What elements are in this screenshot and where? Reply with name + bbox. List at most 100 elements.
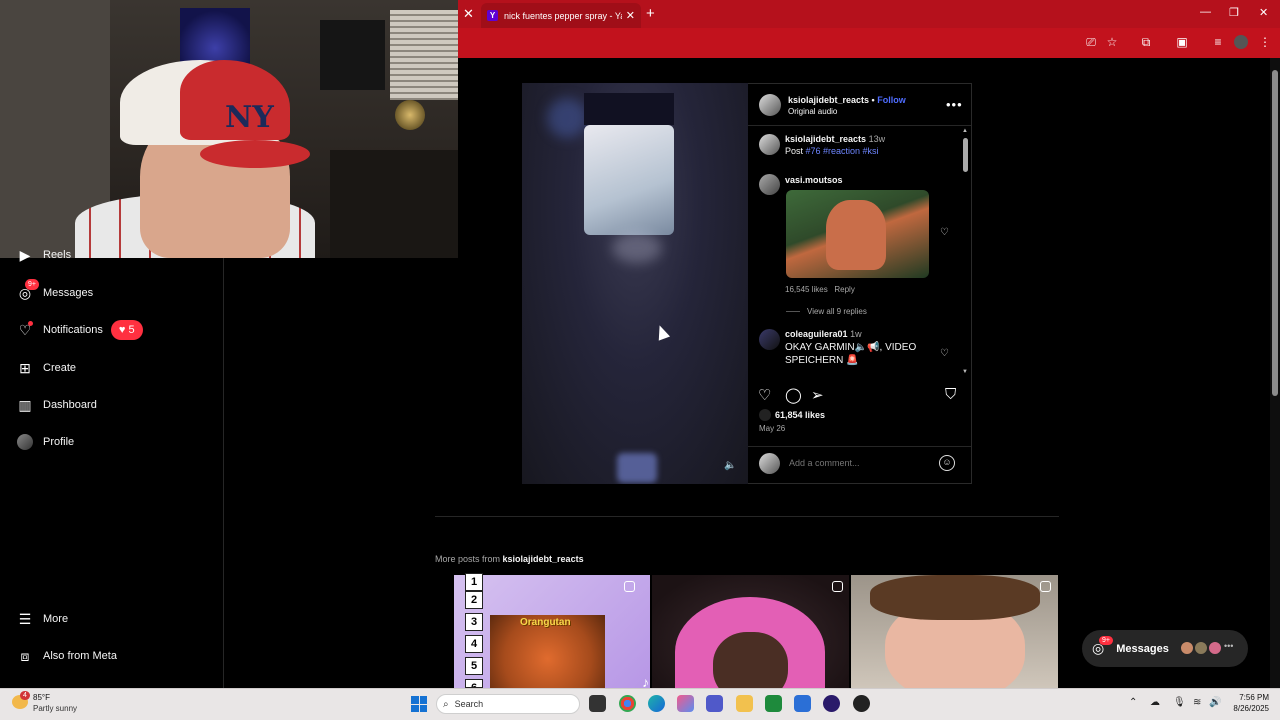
taskbar-search[interactable]: ⌕ Search bbox=[436, 694, 580, 714]
heart-icon: ♡ bbox=[18, 321, 33, 338]
sidebar-item-also-from-meta[interactable]: ⧈ Also from Meta bbox=[16, 644, 117, 668]
volume-icon[interactable]: 🔈 bbox=[724, 460, 736, 471]
sidebar-item-messages[interactable]: ◎ 9+ Messages bbox=[16, 279, 94, 305]
more-posts-user[interactable]: ksiolajidebt_reacts bbox=[503, 554, 584, 564]
taskbar bbox=[0, 688, 1280, 720]
comment-text: SPEICHERN 🚨 bbox=[785, 355, 859, 366]
sidebar-item-label: Also from Meta bbox=[43, 650, 117, 662]
task-view-icon[interactable] bbox=[589, 695, 606, 712]
taskbar-clock[interactable]: 7:56 PM 8/26/2025 bbox=[1224, 692, 1269, 714]
close-icon[interactable]: ✕ bbox=[463, 6, 474, 22]
browser-tab[interactable]: Y nick fuentes pepper spray - Yah ✕ bbox=[481, 3, 641, 28]
weather-desc[interactable]: Partly sunny bbox=[33, 704, 77, 713]
scroll-up-icon[interactable]: ▲ bbox=[962, 128, 968, 134]
install-app-icon[interactable]: ⎚ bbox=[1084, 35, 1098, 49]
xbox-icon[interactable] bbox=[765, 695, 782, 712]
meta-icon: ⧈ bbox=[20, 647, 30, 664]
messages-float-badge: 9+ bbox=[1099, 636, 1113, 645]
bookmark-star-icon[interactable]: ☆ bbox=[1105, 35, 1119, 49]
comment-text: OKAY GARMIN🔈📢, VIDEO bbox=[785, 342, 917, 353]
sidebar-item-profile[interactable]: Profile bbox=[16, 430, 74, 454]
media-control-icon[interactable]: ≡ bbox=[1211, 35, 1225, 49]
maximize-icon[interactable]: ❐ bbox=[1229, 6, 1239, 19]
author-username[interactable]: ksiolajidebt_reacts bbox=[788, 95, 869, 105]
cap-logo-icon: NY bbox=[225, 100, 274, 135]
sidebar-item-create[interactable]: ⊞ Create bbox=[16, 356, 76, 380]
follow-button[interactable]: Follow bbox=[877, 95, 906, 105]
scroll-down-icon[interactable]: ▼ bbox=[962, 369, 968, 375]
sidebar-item-label: Dashboard bbox=[43, 399, 97, 411]
sidebar-item-reels[interactable]: ▶ Reels bbox=[16, 246, 72, 264]
emoji-icon[interactable]: ☺ bbox=[939, 455, 955, 471]
view-replies-button[interactable]: View all 9 replies bbox=[807, 307, 867, 316]
post-author: ksiolajidebt_reacts • Follow bbox=[788, 95, 906, 105]
author-avatar[interactable] bbox=[759, 94, 781, 116]
like-icon[interactable]: ♡ bbox=[758, 386, 771, 404]
weather-temp[interactable]: 85°F bbox=[33, 693, 50, 702]
caption-avatar[interactable] bbox=[759, 134, 780, 155]
yahoo-icon: Y bbox=[487, 10, 498, 21]
minimize-icon[interactable]: — bbox=[1200, 6, 1211, 18]
tab-close-icon[interactable]: ✕ bbox=[626, 9, 635, 22]
volume-icon[interactable]: 🔊 bbox=[1209, 697, 1221, 708]
comment-like-icon[interactable]: ♡ bbox=[940, 227, 949, 238]
avatar bbox=[1180, 641, 1194, 655]
comment-header: coleaguilera01 1w bbox=[785, 329, 862, 339]
profile-avatar-icon[interactable] bbox=[1234, 35, 1248, 49]
edge-icon[interactable] bbox=[648, 695, 665, 712]
avatar bbox=[1208, 641, 1222, 655]
copilot-icon[interactable] bbox=[677, 695, 694, 712]
sidebar-item-label: Messages bbox=[43, 287, 94, 299]
my-avatar bbox=[759, 453, 780, 474]
chrome-icon[interactable] bbox=[619, 695, 636, 712]
store-icon[interactable] bbox=[794, 695, 811, 712]
comment-avatar[interactable] bbox=[759, 329, 780, 350]
new-tab-icon[interactable]: + bbox=[646, 5, 655, 22]
sidebar-item-label: Reels bbox=[43, 249, 72, 261]
likes-count[interactable]: 61,854 likes bbox=[775, 410, 825, 420]
reel-video[interactable] bbox=[522, 83, 748, 484]
split-view-icon[interactable]: ▣ bbox=[1175, 35, 1189, 49]
teams-icon[interactable] bbox=[706, 695, 723, 712]
sidebar-item-notifications[interactable]: ♡ Notifications ♥ 5 bbox=[16, 318, 143, 342]
share-icon[interactable]: ➢ bbox=[811, 386, 824, 404]
comments-scroll-thumb[interactable] bbox=[963, 138, 968, 172]
caption-text: Post #76 #reaction #ksi bbox=[785, 146, 879, 156]
caption-header: ksiolajidebt_reacts 13w bbox=[785, 134, 886, 144]
sidebar-item-label: Notifications bbox=[43, 324, 103, 336]
messages-float-label: Messages bbox=[1116, 642, 1169, 655]
reply-button[interactable]: Reply bbox=[834, 285, 854, 294]
app-icon[interactable] bbox=[823, 695, 840, 712]
windows-start-icon[interactable] bbox=[411, 696, 427, 712]
extensions-icon[interactable]: ⧉ bbox=[1139, 35, 1153, 49]
chevron-up-icon[interactable]: ⌃ bbox=[1129, 697, 1137, 708]
comment-username[interactable]: vasi.moutsos bbox=[785, 175, 843, 185]
comment-avatar[interactable] bbox=[759, 174, 780, 195]
messenger-icon: ◎ 9+ bbox=[16, 279, 39, 302]
notifications-pill: ♥ 5 bbox=[110, 320, 143, 340]
sidebar-item-more[interactable]: ☰ More bbox=[16, 607, 68, 631]
wifi-icon[interactable]: ≋ bbox=[1193, 697, 1201, 708]
obs-icon[interactable] bbox=[853, 695, 870, 712]
reel-indicator-icon bbox=[624, 581, 635, 592]
more-avatars-icon: ••• bbox=[1224, 641, 1234, 651]
page-scroll-thumb[interactable] bbox=[1272, 70, 1278, 396]
add-comment-input[interactable] bbox=[789, 458, 929, 468]
sidebar-item-dashboard[interactable]: ▥ Dashboard bbox=[16, 393, 97, 417]
search-icon: ⌕ bbox=[443, 698, 449, 710]
microphone-icon[interactable]: 🎙 bbox=[1173, 697, 1186, 708]
weather-badge: 4 bbox=[20, 691, 30, 700]
comment-icon[interactable]: ◯ bbox=[785, 386, 802, 404]
file-explorer-icon[interactable] bbox=[736, 695, 753, 712]
comment-meta: 16,545 likes Reply bbox=[785, 285, 855, 294]
menu-kebab-icon[interactable]: ⋮ bbox=[1258, 35, 1272, 49]
window-close-icon[interactable]: ✕ bbox=[1259, 6, 1268, 19]
tab-title: nick fuentes pepper spray - Yah bbox=[504, 10, 622, 21]
save-icon[interactable]: ⛉ bbox=[945, 386, 956, 403]
onedrive-icon[interactable]: ☁ bbox=[1150, 697, 1160, 708]
reel-indicator-icon bbox=[832, 581, 843, 592]
video-frame bbox=[584, 125, 674, 235]
more-options-icon[interactable]: ••• bbox=[946, 97, 963, 112]
comment-like-icon[interactable]: ♡ bbox=[940, 348, 949, 359]
original-audio[interactable]: Original audio bbox=[788, 107, 837, 116]
